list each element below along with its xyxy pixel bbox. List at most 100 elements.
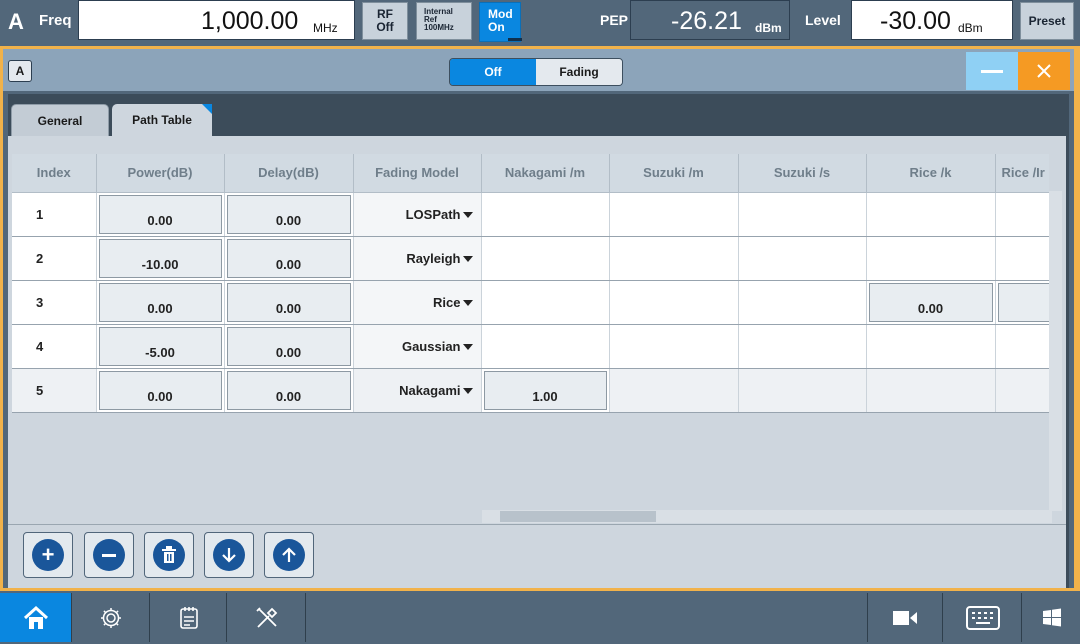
add-row-button[interactable]: + [23,532,73,578]
reference-button[interactable]: Internal Ref 100MHz [416,2,472,40]
channel-badge: A [8,60,32,82]
power-cell: 0.00 [96,280,225,325]
delay-cell: 0.00 [224,280,354,325]
tools-button[interactable] [228,593,306,642]
tab-general[interactable]: General [11,104,109,137]
fading-model-select[interactable]: Gaussian [353,324,482,369]
column-header[interactable]: Suzuki /m [609,154,739,193]
dropdown-arrow-icon [462,344,473,351]
camera-button[interactable] [867,593,943,642]
power-field[interactable]: 0.00 [98,370,222,410]
horizontal-scrollbar[interactable] [482,510,1052,523]
settings-button[interactable] [73,593,150,642]
pep-value: -26.21 [671,7,742,35]
mod-toggle-button[interactable]: Mod On [479,2,522,42]
delay-cell: 0.00 [224,236,354,281]
remove-row-button[interactable] [84,532,134,578]
delay-cell: 0.00 [224,368,354,413]
empty-cell [609,236,739,281]
rice-ir-field[interactable] [997,282,1049,322]
rice-k-field[interactable]: 0.00 [868,282,993,322]
delete-all-button[interactable] [144,532,194,578]
dropdown-arrow-icon [462,300,473,307]
pep-display: -26.21 dBm [630,0,790,40]
horizontal-scroll-thumb[interactable] [500,511,656,522]
delay-field[interactable]: 0.00 [226,238,351,278]
rice-ir-cell [995,280,1049,325]
table-row-selected[interactable]: 5 0.00 0.00 Nakagami 1.00 [12,368,1049,413]
fading-model-select[interactable]: Nakagami [353,368,482,413]
freq-label: Freq [39,12,72,29]
empty-cell [609,324,739,369]
delay-field[interactable]: 0.00 [226,282,351,322]
home-icon [23,605,48,629]
path-table: Index Power(dB) Delay(dB) Fading Model N… [12,154,1049,413]
toggle-fading-option[interactable]: Fading [536,59,622,85]
notes-button[interactable] [151,593,227,642]
vertical-scrollbar[interactable] [1049,191,1062,511]
minus-icon [93,539,125,571]
empty-cell [609,368,739,413]
fading-state-toggle[interactable]: Off Fading [449,58,623,86]
column-header[interactable]: Rice /k [866,154,996,193]
row-toolbar: + [8,524,1066,588]
column-header[interactable]: Nakagami /m [481,154,610,193]
rf-toggle-button[interactable]: RF Off [362,2,408,40]
home-button[interactable] [0,593,72,642]
power-field[interactable]: -10.00 [98,238,222,278]
windows-button[interactable] [1023,593,1080,642]
power-field[interactable]: 0.00 [98,194,222,234]
empty-cell [738,192,867,237]
delay-field[interactable]: 0.00 [226,326,351,366]
column-header[interactable]: Delay(dB) [224,154,354,193]
pep-unit: dBm [755,21,782,35]
minimize-icon [981,69,1003,73]
power-cell: -5.00 [96,324,225,369]
preset-button[interactable]: Preset [1020,2,1074,40]
level-unit: dBm [958,21,983,35]
column-header[interactable]: Power(dB) [96,154,225,193]
minimize-button[interactable] [966,52,1018,90]
table-row[interactable]: 4 -5.00 0.00 Gaussian [12,324,1049,369]
empty-cell [995,368,1049,413]
fading-model-select[interactable]: Rayleigh [353,236,482,281]
fading-model-select[interactable]: LOSPath [353,192,482,237]
level-value: -30.00 [880,7,951,35]
row-index: 5 [12,368,97,413]
empty-cell [866,368,996,413]
table-row[interactable]: 2 -10.00 0.00 Rayleigh [12,236,1049,281]
column-header[interactable]: Suzuki /s [738,154,867,193]
table-row[interactable]: 1 0.00 0.00 LOSPath [12,192,1049,237]
wrench-screwdriver-icon [255,606,277,628]
power-field[interactable]: 0.00 [98,282,222,322]
column-header[interactable]: Index [12,154,97,193]
toggle-off-option[interactable]: Off [450,59,536,85]
close-button[interactable] [1018,52,1070,90]
move-up-button[interactable] [264,532,314,578]
level-field[interactable]: -30.00 dBm [851,0,1013,40]
move-down-button[interactable] [204,532,254,578]
delay-field[interactable]: 0.00 [226,370,351,410]
delay-field[interactable]: 0.00 [226,194,351,234]
dropdown-arrow-icon [462,256,473,263]
arrow-up-icon [273,539,305,571]
column-header[interactable]: Rice /Ir [995,154,1049,193]
tab-path-table[interactable]: Path Table [112,104,212,137]
ref-line3: 100MHz [424,23,454,32]
freq-field[interactable]: 1,000.00 MHz [78,0,355,40]
empty-cell [866,324,996,369]
tab-path-table-label: Path Table [132,113,192,127]
bottom-taskbar [0,591,1080,644]
windows-logo-icon [1042,608,1061,626]
fading-model-select[interactable]: Rice [353,280,482,325]
empty-cell [609,280,739,325]
freq-unit: MHz [313,21,338,35]
column-header[interactable]: Fading Model [353,154,482,193]
table-header-row: Index Power(dB) Delay(dB) Fading Model N… [12,154,1049,193]
nakagami-m-field[interactable]: 1.00 [483,370,607,410]
power-field[interactable]: -5.00 [98,326,222,366]
path-table-grid: Index Power(dB) Delay(dB) Fading Model N… [12,154,1049,519]
table-row[interactable]: 3 0.00 0.00 Rice 0.00 [12,280,1049,325]
fading-model-value: Rice [433,294,461,310]
keyboard-button[interactable] [944,593,1022,642]
